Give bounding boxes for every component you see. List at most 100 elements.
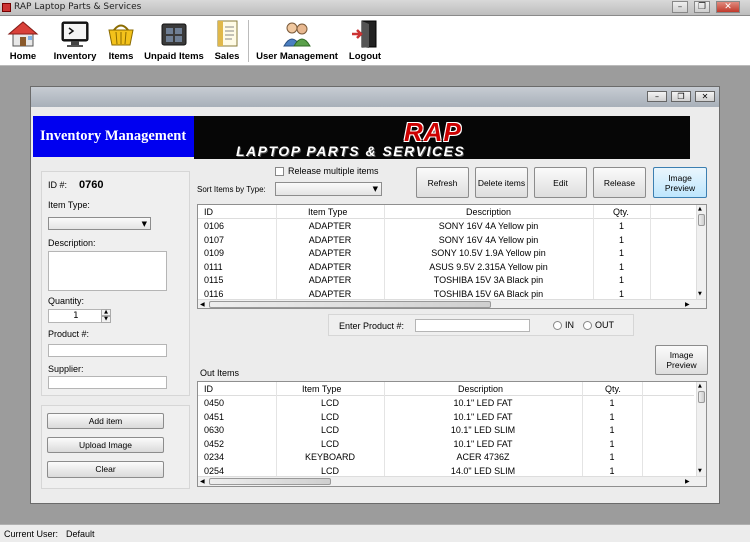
close-button[interactable]: ✕ xyxy=(716,1,740,13)
toolbar-user-management-label: User Management xyxy=(256,51,338,62)
scroll-left-icon[interactable]: ◀ xyxy=(200,478,205,485)
toolbar-inventory-button[interactable]: Inventory xyxy=(48,16,102,66)
item-type-select[interactable]: ▼ xyxy=(48,217,151,230)
inner-restore-button[interactable]: ❐ xyxy=(671,91,691,102)
image-preview-button[interactable]: Image Preview xyxy=(653,167,707,198)
items-horizontal-scrollbar[interactable]: ◀ ▶ xyxy=(198,299,706,308)
out-col-description[interactable]: Description xyxy=(458,384,503,394)
out-radio[interactable] xyxy=(583,321,592,330)
app-title: RAP Laptop Parts & Services xyxy=(14,2,142,12)
scroll-right-icon[interactable]: ▶ xyxy=(685,301,690,308)
item-type-label: Item Type: xyxy=(48,200,90,210)
current-user-label: Current User: xyxy=(4,529,59,539)
cell-type: LCD xyxy=(320,438,339,449)
toolbar-items-button[interactable]: Items xyxy=(104,16,138,66)
items-vscroll-thumb[interactable] xyxy=(698,214,705,226)
toolbar-user-management-button[interactable]: User Management xyxy=(252,16,342,66)
cell-type: ADAPTER xyxy=(308,234,352,245)
upload-image-button[interactable]: Upload Image xyxy=(47,437,164,453)
sort-type-select[interactable]: ▼ xyxy=(275,182,382,196)
enter-product-label: Enter Product #: xyxy=(339,321,405,331)
table-row[interactable]: 0111 ADAPTER ASUS 9.5V 2.315A Yellow pin 1 xyxy=(198,261,694,275)
scroll-right-icon[interactable]: ▶ xyxy=(685,478,690,485)
out-hscroll-thumb[interactable] xyxy=(209,478,331,485)
out-image-preview-button[interactable]: Image Preview xyxy=(655,345,708,375)
toolbar-inventory-label: Inventory xyxy=(53,51,97,62)
table-row[interactable]: 0106 ADAPTER SONY 16V 4A Yellow pin 1 xyxy=(198,220,694,234)
refresh-button[interactable]: Refresh xyxy=(416,167,469,198)
table-row[interactable]: 0450 LCD 10.1" LED FAT 1 xyxy=(198,397,694,411)
in-radio-label: IN xyxy=(565,320,574,330)
col-item-type[interactable]: Item Type xyxy=(308,207,347,217)
enter-product-input[interactable] xyxy=(415,319,530,332)
inventory-window-title-bar: – ❐ ✕ xyxy=(31,87,719,107)
cell-desc: ASUS 9.5V 2.315A Yellow pin xyxy=(429,261,548,272)
col-id[interactable]: ID xyxy=(204,207,213,217)
out-items-vertical-scrollbar[interactable]: ▲ ▼ xyxy=(696,382,706,476)
items-table-body: 0106 ADAPTER SONY 16V 4A Yellow pin 1 0107 AD… xyxy=(198,220,694,300)
table-row[interactable]: 0452 LCD 10.1" LED FAT 1 xyxy=(198,438,694,452)
delete-items-button[interactable]: Delete items xyxy=(475,167,528,198)
cell-id: 0630 xyxy=(204,425,225,435)
table-row[interactable]: 0234 KEYBOARD ACER 4736Z 1 xyxy=(198,451,694,465)
app-title-bar: RAP Laptop Parts & Services – ❐ ✕ xyxy=(0,0,750,16)
cell-desc: SONY 10.5V 1.9A Yellow pin xyxy=(431,248,546,258)
release-button[interactable]: Release xyxy=(593,167,646,198)
items-table[interactable]: ID Item Type Description Qty. 0106 ADAPTE… xyxy=(197,204,707,309)
table-row[interactable]: 0109 ADAPTER SONY 10.5V 1.9A Yellow pin 1 xyxy=(198,247,694,261)
chevron-down-icon: ▼ xyxy=(141,220,147,228)
scroll-up-icon[interactable]: ▲ xyxy=(698,206,702,212)
users-icon xyxy=(283,22,311,47)
out-items-horizontal-scrollbar[interactable]: ◀ ▶ xyxy=(198,476,706,486)
in-radio[interactable] xyxy=(553,321,562,330)
table-row[interactable]: 0630 LCD 10.1" LED SLIM 1 xyxy=(198,424,694,438)
scroll-down-icon[interactable]: ▼ xyxy=(698,468,702,474)
items-vertical-scrollbar[interactable]: ▲ ▼ xyxy=(696,205,706,299)
out-items-table[interactable]: ID Item Type Description Qty. 0450 LCD 10.… xyxy=(197,381,707,487)
home-icon xyxy=(7,21,39,47)
edit-button[interactable]: Edit xyxy=(534,167,587,198)
cell-id: 0115 xyxy=(204,275,224,285)
col-description[interactable]: Description xyxy=(466,207,511,217)
table-row[interactable]: 0451 LCD 10.1" LED FAT 1 xyxy=(198,411,694,425)
inner-close-button[interactable]: ✕ xyxy=(695,91,715,102)
description-field[interactable] xyxy=(48,251,167,291)
table-row[interactable]: 0107 ADAPTER SONY 16V 4A Yellow pin 1 xyxy=(198,234,694,248)
minimize-button[interactable]: – xyxy=(672,1,688,13)
product-number-field[interactable] xyxy=(48,344,167,357)
out-col-id[interactable]: ID xyxy=(204,384,213,394)
cell-id: 0450 xyxy=(204,398,225,408)
col-qty[interactable]: Qty. xyxy=(613,207,629,217)
cell-type: LCD xyxy=(320,465,339,476)
supplier-field[interactable] xyxy=(48,376,167,389)
cell-qty: 1 xyxy=(618,248,624,258)
scroll-down-icon[interactable]: ▼ xyxy=(698,291,702,297)
document-icon xyxy=(217,20,238,47)
cell-id: 0106 xyxy=(204,221,225,231)
cell-id: 0452 xyxy=(204,438,225,449)
quantity-up-arrow-icon[interactable]: ▲ xyxy=(101,309,111,316)
clear-button[interactable]: Clear xyxy=(47,461,164,478)
out-vscroll-thumb[interactable] xyxy=(698,391,705,403)
table-row[interactable]: 0115 ADAPTER TOSHIBA 15V 3A Black pin 1 xyxy=(198,274,694,288)
monitor-icon xyxy=(61,21,89,47)
toolbar-unpaid-items-button[interactable]: Unpaid Items xyxy=(140,16,208,66)
out-col-qty[interactable]: Qty. xyxy=(605,384,621,394)
scroll-up-icon[interactable]: ▲ xyxy=(698,383,702,389)
quantity-down-arrow-icon[interactable]: ▼ xyxy=(101,316,111,323)
out-col-item-type[interactable]: Item Type xyxy=(302,384,341,394)
status-bar: Current User: Default xyxy=(0,524,750,542)
items-hscroll-thumb[interactable] xyxy=(209,301,491,308)
restore-button[interactable]: ❐ xyxy=(694,1,710,13)
toolbar-sales-button[interactable]: Sales xyxy=(210,16,244,66)
supplier-label: Supplier: xyxy=(48,364,84,374)
inner-minimize-button[interactable]: – xyxy=(647,91,667,102)
add-item-button[interactable]: Add item xyxy=(47,413,164,429)
cell-type: LCD xyxy=(320,411,339,422)
cell-type: KEYBOARD xyxy=(304,452,355,462)
toolbar-logout-button[interactable]: Logout xyxy=(344,16,386,66)
scroll-left-icon[interactable]: ◀ xyxy=(200,301,205,308)
release-multiple-checkbox[interactable] xyxy=(275,167,284,176)
toolbar-home-button[interactable]: Home xyxy=(3,16,43,66)
toolbar-sales-label: Sales xyxy=(214,51,240,62)
